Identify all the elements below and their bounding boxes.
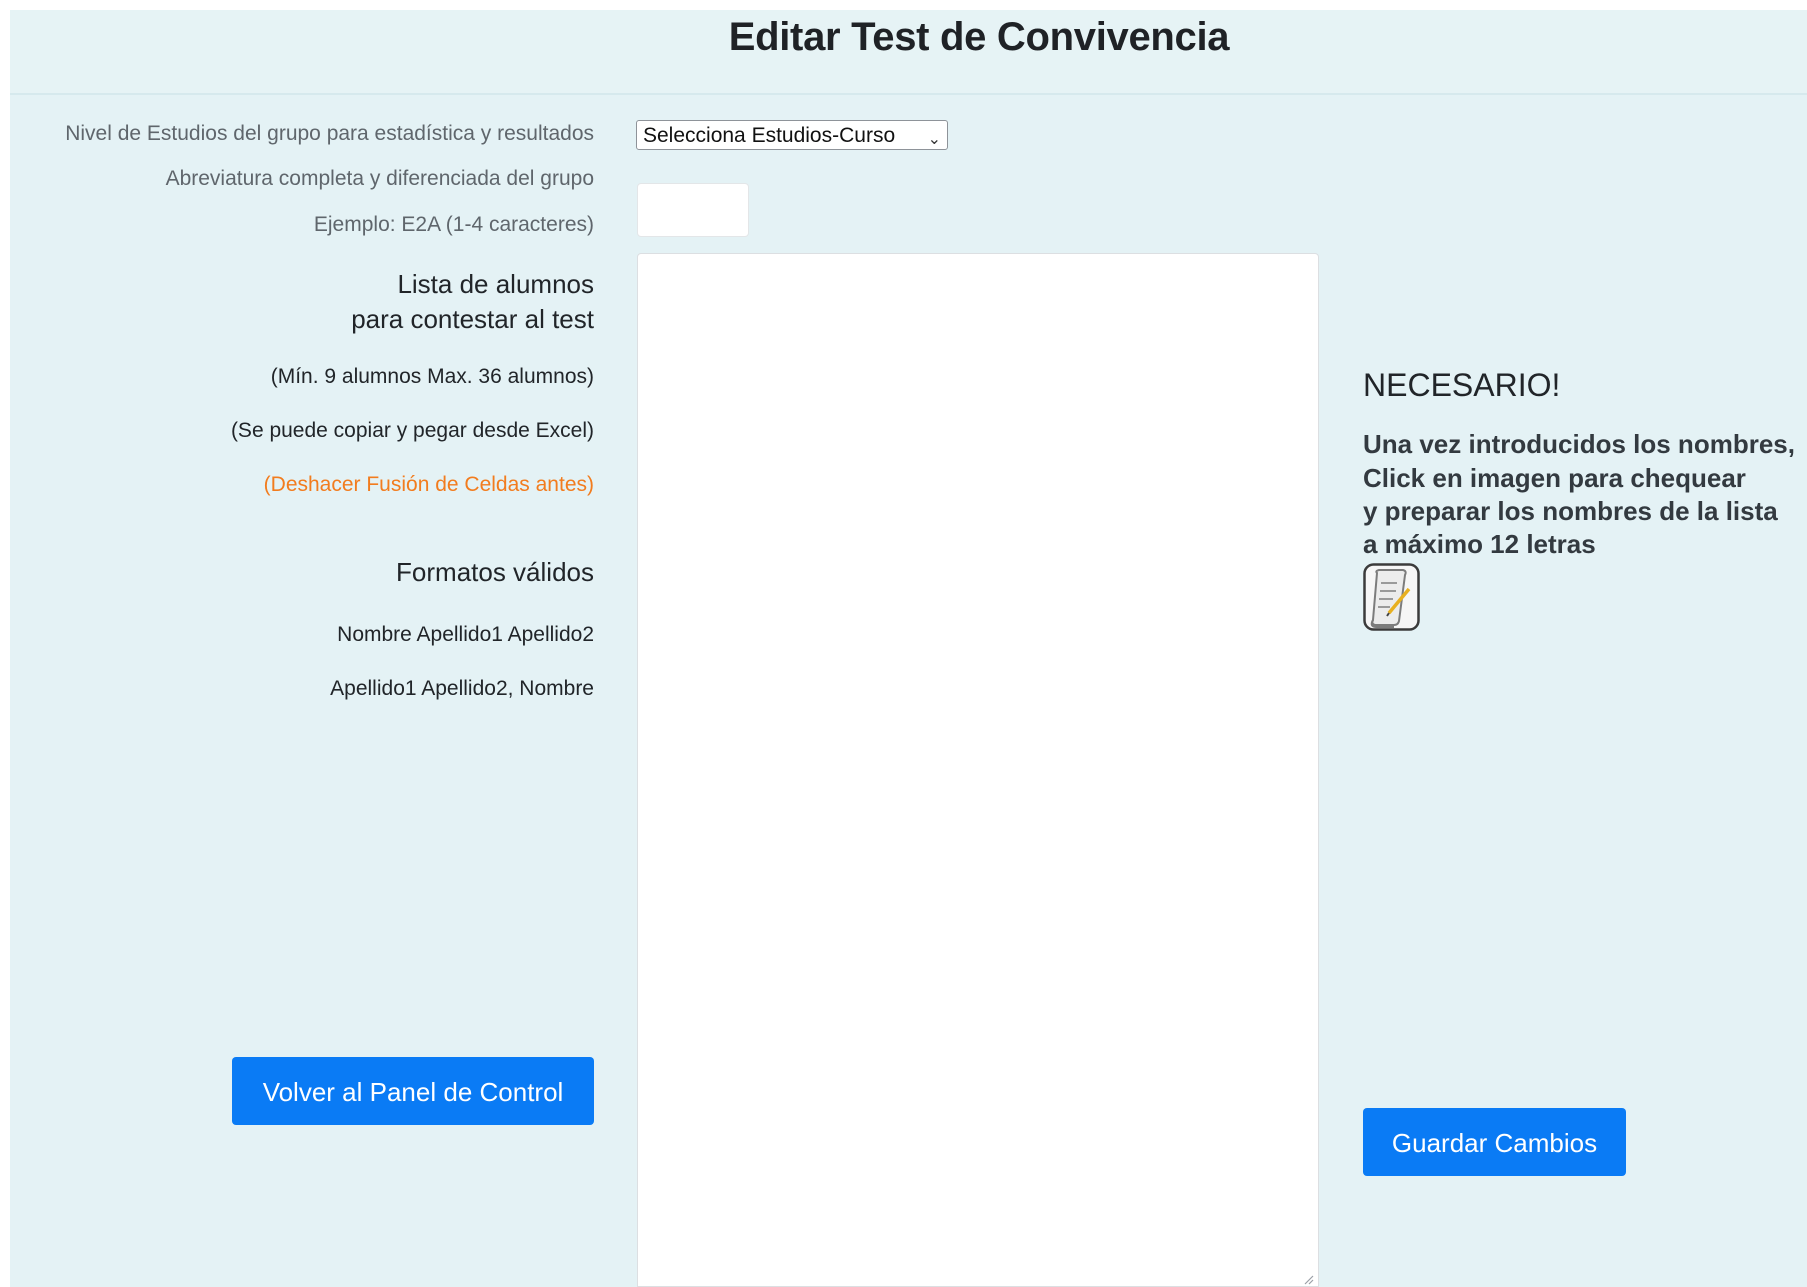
student-names-textarea[interactable] bbox=[637, 253, 1319, 1287]
abbr-label-line2: Ejemplo: E2A (1-4 caracteres) bbox=[313, 213, 594, 236]
format-option-1: Nombre Apellido1 Apellido2 bbox=[337, 623, 594, 646]
page-title: Editar Test de Convivencia bbox=[728, 15, 1230, 59]
abbr-label-line1: Abreviatura completa y diferenciada del … bbox=[165, 167, 594, 190]
side-heading: NECESARIO! bbox=[1363, 367, 1561, 403]
list-hint-merge: (Deshacer Fusión de Celdas antes) bbox=[263, 473, 594, 496]
scroll-check-icon[interactable] bbox=[1363, 563, 1420, 631]
side-text-line3: y preparar los nombres de la lista bbox=[1363, 496, 1778, 526]
save-changes-button[interactable]: Guardar Cambios bbox=[1363, 1108, 1626, 1176]
side-text-line2: Click en imagen para chequear bbox=[1363, 463, 1746, 493]
header: Editar Test de Convivencia bbox=[10, 10, 1807, 95]
level-select-value: Selecciona Estudios-Curso bbox=[643, 124, 896, 147]
level-label: Nivel de Estudios del grupo para estadís… bbox=[65, 122, 594, 145]
side-text-line4: a máximo 12 letras bbox=[1363, 529, 1596, 559]
list-heading-line2: para contestar al test bbox=[351, 304, 594, 334]
format-option-2: Apellido1 Apellido2, Nombre bbox=[330, 677, 594, 700]
formats-heading: Formatos válidos bbox=[396, 557, 594, 587]
page: Editar Test de Convivencia Nivel de Estu… bbox=[10, 10, 1807, 1287]
list-hint-count: (Mín. 9 alumnos Max. 36 alumnos) bbox=[270, 365, 594, 388]
chevron-down-icon: ⌄ bbox=[927, 131, 941, 148]
list-heading-line1: Lista de alumnos bbox=[397, 269, 594, 299]
side-text-line1: Una vez introducidos los nombres, bbox=[1363, 429, 1795, 459]
level-select[interactable]: Selecciona Estudios-Curso ⌄ bbox=[636, 120, 948, 150]
group-abbreviation-input[interactable] bbox=[637, 183, 749, 237]
back-to-control-panel-button[interactable]: Volver al Panel de Control bbox=[232, 1057, 594, 1125]
list-hint-excel: (Se puede copiar y pegar desde Excel) bbox=[230, 419, 594, 442]
resize-grip-icon[interactable] bbox=[1302, 1273, 1314, 1285]
